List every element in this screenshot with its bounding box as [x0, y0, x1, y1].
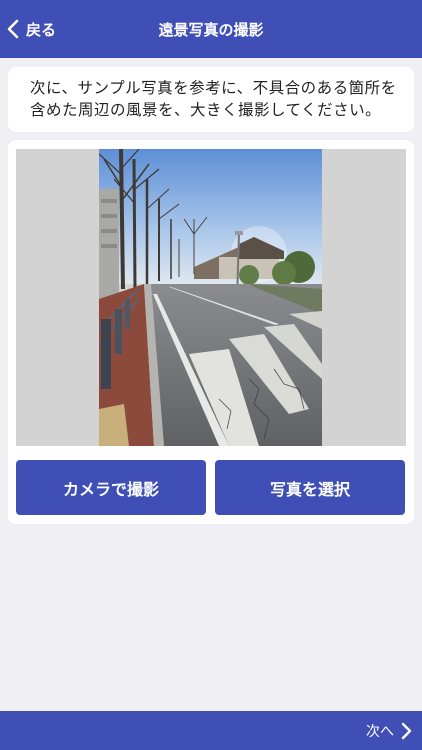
instruction-line-2: 含めた周辺の風景を、大きく撮影してください。 — [30, 101, 382, 119]
photo-preview-area — [16, 149, 406, 446]
footer-bar: 次へ — [0, 711, 422, 750]
next-label: 次へ — [366, 723, 394, 740]
photo-card: カメラで撮影 写真を選択 — [8, 140, 414, 524]
chevron-right-icon — [401, 722, 412, 739]
select-photo-button[interactable]: 写真を選択 — [215, 460, 405, 515]
navigation-bar: 戻る 遠景写真の撮影 — [0, 0, 422, 58]
next-button[interactable]: 次へ — [366, 711, 412, 750]
page-title: 遠景写真の撮影 — [158, 20, 264, 39]
instruction-card: 次に、サンプル写真を参考に、不具合のある箇所を 含めた周辺の風景を、大きく撮影し… — [8, 67, 414, 132]
instruction-line-1: 次に、サンプル写真を参考に、不具合のある箇所を — [30, 79, 397, 97]
camera-capture-button[interactable]: カメラで撮影 — [16, 460, 206, 515]
sample-photo — [99, 149, 322, 446]
